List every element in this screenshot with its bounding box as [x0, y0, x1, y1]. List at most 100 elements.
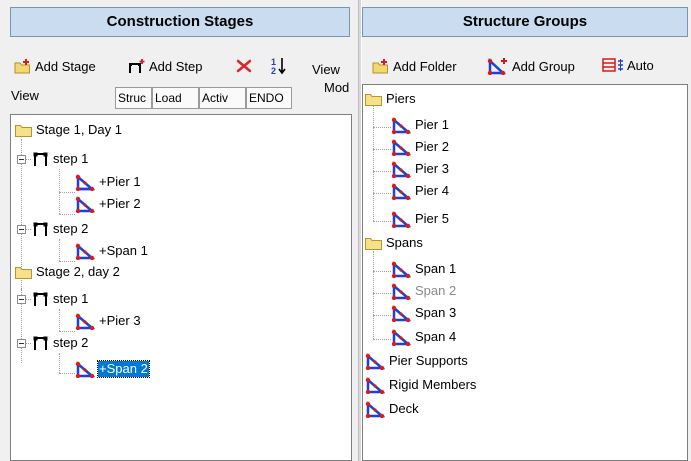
step-node[interactable]: step 1 [32, 289, 89, 309]
group-node[interactable]: Rigid Members [365, 375, 477, 395]
svg-text:2: 2 [271, 66, 276, 75]
group-node[interactable]: +Pier 2 [75, 194, 142, 214]
group-label: Span 2 [415, 283, 457, 298]
group-label: +Pier 2 [99, 196, 141, 211]
group-node-selected[interactable]: +Span 2 [75, 359, 150, 379]
delete-icon [236, 59, 252, 73]
step-label: step 2 [53, 221, 89, 236]
group-label: Pier 3 [415, 161, 449, 176]
group-node[interactable]: Span 1 [391, 259, 457, 279]
structure-group-icon [391, 304, 411, 322]
tree-line [373, 315, 391, 316]
add-folder-icon [372, 58, 390, 74]
view-mode-label-top: View [312, 62, 340, 77]
group-node[interactable]: +Span 1 [75, 241, 149, 261]
collapse-toggle[interactable] [17, 339, 26, 348]
step-label: step 1 [53, 291, 89, 306]
group-node[interactable]: +Pier 3 [75, 311, 142, 331]
step-icon [32, 335, 49, 351]
step-icon [32, 291, 49, 307]
structure-group-icon [391, 260, 411, 278]
step-label: step 1 [53, 151, 89, 166]
group-node[interactable]: Pier 4 [391, 181, 450, 201]
add-step-label: Add Step [149, 58, 203, 74]
tree-line [59, 353, 60, 373]
sort-button[interactable]: 12 [271, 57, 287, 75]
group-node[interactable]: Span 3 [391, 303, 457, 323]
step-node[interactable]: step 2 [32, 333, 89, 353]
construction-stages-tree[interactable]: Stage 1, Day 1 step 1 +Pier 1 +Pier 2 st… [10, 114, 352, 461]
view-tab-activ[interactable]: Activ [199, 87, 246, 109]
collapse-toggle[interactable] [17, 155, 26, 164]
tree-line [59, 309, 60, 331]
add-step-icon [128, 58, 146, 74]
collapse-toggle[interactable] [17, 295, 26, 304]
step-node[interactable]: step 1 [32, 149, 89, 169]
view-label: View [11, 88, 39, 103]
tree-line [59, 214, 75, 215]
structure-groups-tree[interactable]: Piers Pier 1 Pier 2 Pier 3 Pier 4 Pier 5… [362, 84, 688, 461]
group-label: +Pier 1 [99, 174, 141, 189]
structure-group-icon [391, 328, 411, 346]
structure-group-icon [75, 173, 95, 191]
structure-group-icon [391, 138, 411, 156]
group-node[interactable]: Pier 5 [391, 209, 450, 229]
tree-line [373, 149, 391, 150]
collapse-toggle[interactable] [17, 225, 26, 234]
tree-line [373, 103, 374, 221]
tree-line [59, 331, 75, 332]
add-stage-button[interactable]: Add Stage [14, 58, 96, 74]
group-label: +Pier 3 [99, 313, 141, 328]
group-node[interactable]: Span 4 [391, 327, 457, 347]
folder-icon [365, 236, 382, 250]
add-folder-button[interactable]: Add Folder [372, 58, 457, 74]
add-step-button[interactable]: Add Step [128, 58, 203, 74]
view-tab-load[interactable]: Load [152, 87, 199, 109]
group-node[interactable]: Pier Supports [365, 351, 469, 371]
delete-button[interactable] [236, 59, 252, 73]
step-icon [32, 151, 49, 167]
view-mode-label-bottom: Mod [324, 80, 350, 95]
structure-group-icon [391, 182, 411, 200]
add-group-button[interactable]: Add Group [487, 57, 575, 75]
folder-node[interactable]: Spans [365, 233, 424, 253]
folder-icon [15, 265, 32, 279]
group-label: +Span 1 [99, 243, 148, 258]
group-node[interactable]: Pier 3 [391, 159, 450, 179]
auto-button[interactable]: Auto [602, 58, 654, 73]
structure-group-icon [391, 210, 411, 228]
step-node[interactable]: step 2 [32, 219, 89, 239]
folder-node[interactable]: Piers [365, 89, 417, 109]
tree-line [373, 271, 391, 272]
stage-node[interactable]: Stage 1, Day 1 [15, 120, 123, 140]
folder-label: Spans [386, 235, 423, 250]
group-node-used[interactable]: Span 2 [391, 281, 457, 301]
folder-icon [15, 123, 32, 137]
structure-group-icon [75, 195, 95, 213]
tree-line [373, 251, 374, 339]
tree-line [373, 127, 391, 128]
add-stage-label: Add Stage [35, 58, 96, 74]
structure-group-icon [75, 242, 95, 260]
group-node[interactable]: Pier 2 [391, 137, 450, 157]
view-tab-endo[interactable]: ENDO [246, 87, 292, 109]
group-node[interactable]: Deck [365, 399, 420, 419]
structure-group-icon [75, 312, 95, 330]
folder-icon [365, 92, 382, 106]
group-label: Span 1 [415, 261, 457, 276]
tree-line [59, 373, 75, 374]
structure-groups-panel: Structure Groups Add Folder Add Group Au… [362, 0, 691, 461]
stage-node[interactable]: Stage 2, day 2 [15, 262, 121, 282]
add-group-label: Add Group [512, 58, 575, 74]
tree-line [373, 193, 391, 194]
structure-group-icon [365, 352, 385, 370]
group-label: Span 3 [415, 305, 457, 320]
group-label: Pier 1 [415, 117, 449, 132]
group-node[interactable]: Pier 1 [391, 115, 450, 135]
group-node[interactable]: +Pier 1 [75, 172, 142, 192]
view-tab-struc[interactable]: Struc [115, 87, 152, 109]
auto-label: Auto [627, 58, 654, 73]
tree-line [373, 221, 391, 222]
folder-label: Piers [386, 91, 416, 106]
group-label: Pier 4 [415, 183, 449, 198]
